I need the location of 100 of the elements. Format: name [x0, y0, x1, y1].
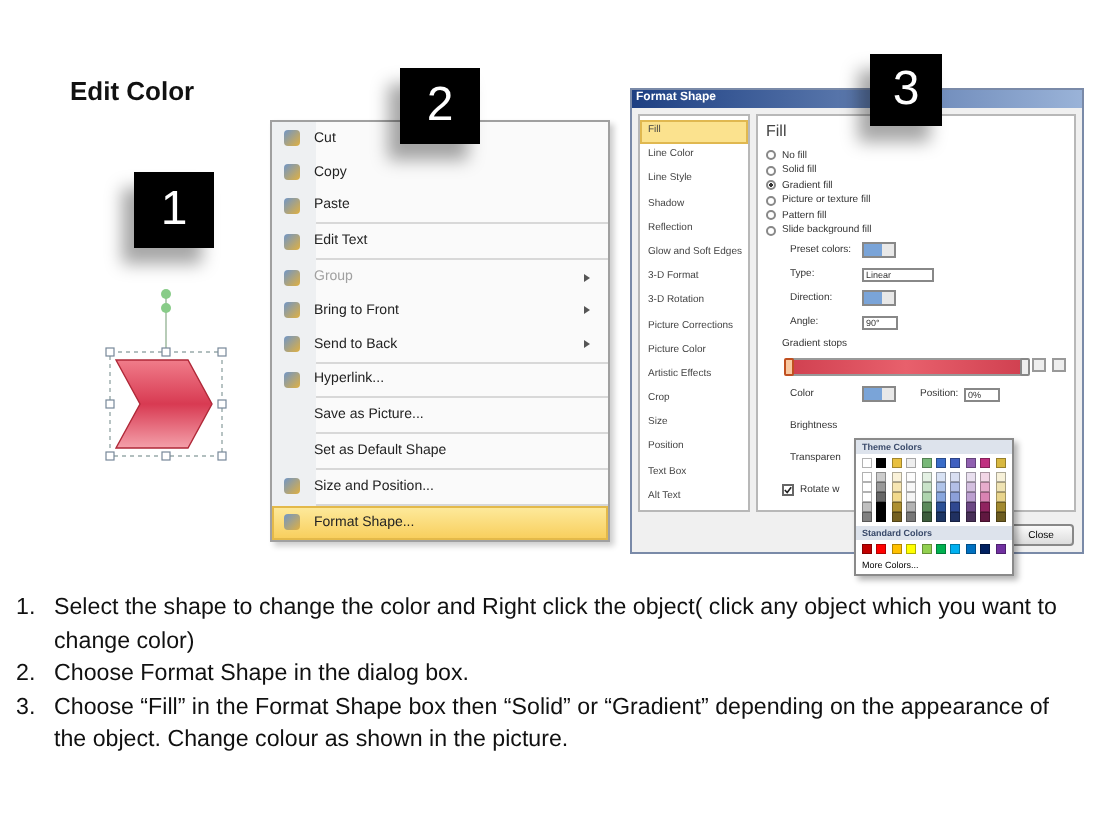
color-swatch[interactable]	[935, 472, 946, 482]
color-swatch[interactable]	[965, 492, 976, 502]
submenu-arrow-icon	[584, 340, 590, 349]
color-swatch[interactable]	[935, 502, 946, 512]
color-swatch[interactable]	[935, 482, 946, 492]
color-swatch[interactable]	[862, 512, 872, 522]
color-swatch[interactable]	[921, 512, 932, 522]
color-swatch[interactable]	[950, 458, 961, 468]
color-swatch[interactable]	[862, 544, 872, 554]
color-swatch[interactable]	[862, 482, 872, 492]
color-swatch[interactable]	[876, 472, 887, 482]
color-swatch[interactable]	[862, 458, 872, 468]
color-swatch[interactable]	[891, 502, 902, 512]
color-swatch[interactable]	[906, 482, 917, 492]
color-swatch[interactable]	[965, 544, 976, 554]
color-swatch[interactable]	[876, 544, 887, 554]
color-swatch[interactable]	[935, 512, 946, 522]
color-swatch[interactable]	[876, 502, 887, 512]
color-swatch[interactable]	[921, 472, 932, 482]
color-swatch[interactable]	[950, 472, 961, 482]
color-swatch[interactable]	[906, 492, 917, 502]
color-swatch[interactable]	[950, 492, 961, 502]
step-number: 1.	[16, 592, 38, 624]
color-swatch[interactable]	[965, 472, 976, 482]
color-swatch[interactable]	[950, 512, 961, 522]
color-swatch[interactable]	[906, 458, 917, 468]
radio-button[interactable]	[766, 225, 776, 236]
color-swatch[interactable]	[921, 492, 932, 502]
menu-item-icon	[284, 233, 300, 250]
color-swatch[interactable]	[965, 458, 976, 468]
remove-stop-icon[interactable]	[1052, 358, 1066, 372]
menu-item-icon	[284, 514, 300, 531]
preset-swatch-dropdown[interactable]	[862, 242, 896, 258]
color-picker-button[interactable]	[862, 386, 896, 402]
color-swatch[interactable]	[921, 502, 932, 512]
submenu-arrow-icon	[584, 273, 590, 282]
color-swatch[interactable]	[891, 472, 902, 482]
color-swatch[interactable]	[935, 492, 946, 502]
color-swatch[interactable]	[876, 482, 887, 492]
color-swatch[interactable]	[995, 502, 1006, 512]
color-swatch[interactable]	[995, 544, 1006, 554]
step-number: 3.	[16, 691, 38, 723]
step-number-badge: 2	[400, 68, 480, 144]
color-swatch[interactable]	[921, 458, 932, 468]
color-swatch[interactable]	[980, 472, 991, 482]
color-swatch[interactable]	[980, 502, 991, 512]
color-swatch[interactable]	[935, 544, 946, 554]
gradient-stop-handle[interactable]	[783, 358, 793, 376]
color-swatch[interactable]	[906, 512, 917, 522]
color-swatch[interactable]	[935, 458, 946, 468]
step-number-badge: 3	[870, 54, 942, 126]
add-stop-icon[interactable]	[1032, 358, 1046, 372]
color-swatch[interactable]	[980, 482, 991, 492]
radio-button[interactable]	[766, 150, 776, 161]
color-swatch[interactable]	[921, 544, 932, 554]
color-swatch[interactable]	[921, 482, 932, 492]
menu-item-icon	[284, 478, 300, 495]
color-swatch[interactable]	[995, 472, 1006, 482]
color-swatch[interactable]	[995, 482, 1006, 492]
color-swatch[interactable]	[891, 482, 902, 492]
color-swatch[interactable]	[876, 458, 887, 468]
step-number: 2.	[16, 658, 38, 690]
color-swatch[interactable]	[862, 502, 872, 512]
color-swatch[interactable]	[995, 492, 1006, 502]
color-swatch[interactable]	[980, 544, 991, 554]
step-number-badge: 1	[134, 172, 214, 248]
radio-button[interactable]	[766, 180, 776, 191]
color-swatch[interactable]	[965, 482, 976, 492]
color-swatch[interactable]	[891, 544, 902, 554]
color-swatch[interactable]	[876, 512, 887, 522]
menu-item-icon	[284, 371, 300, 388]
color-swatch[interactable]	[995, 458, 1006, 468]
color-swatch[interactable]	[995, 512, 1006, 522]
color-swatch[interactable]	[891, 512, 902, 522]
color-swatch[interactable]	[906, 502, 917, 512]
checkbox[interactable]	[782, 484, 794, 496]
color-swatch[interactable]	[950, 502, 961, 512]
slide-title: Edit Color	[70, 76, 195, 108]
radio-button[interactable]	[766, 165, 776, 176]
instruction-step: Choose “Fill” in the Format Shape box then “Solid” or “Gradient” depending on the appearance of the object. Change colour as shown in the picture.	[54, 691, 1080, 757]
radio-button[interactable]	[766, 195, 776, 206]
color-swatch[interactable]	[906, 472, 917, 482]
color-swatch[interactable]	[891, 458, 902, 468]
color-swatch[interactable]	[965, 512, 976, 522]
radio-button[interactable]	[766, 210, 776, 221]
color-swatch[interactable]	[980, 458, 991, 468]
color-swatch[interactable]	[906, 544, 917, 554]
color-swatch[interactable]	[862, 472, 872, 482]
color-swatch[interactable]	[980, 492, 991, 502]
color-swatch[interactable]	[891, 492, 902, 502]
color-swatch[interactable]	[980, 512, 991, 522]
gradient-stop-handle[interactable]	[1019, 358, 1029, 376]
color-swatch[interactable]	[876, 492, 887, 502]
section-title: Fill	[766, 122, 789, 140]
color-swatch[interactable]	[950, 482, 961, 492]
color-swatch[interactable]	[965, 502, 976, 512]
preset-swatch-dropdown[interactable]	[862, 290, 896, 306]
instruction-step: Select the shape to change the color and Right click the object( click any object which you want to change color)	[54, 592, 1080, 658]
color-swatch[interactable]	[862, 492, 872, 502]
color-swatch[interactable]	[950, 544, 961, 554]
